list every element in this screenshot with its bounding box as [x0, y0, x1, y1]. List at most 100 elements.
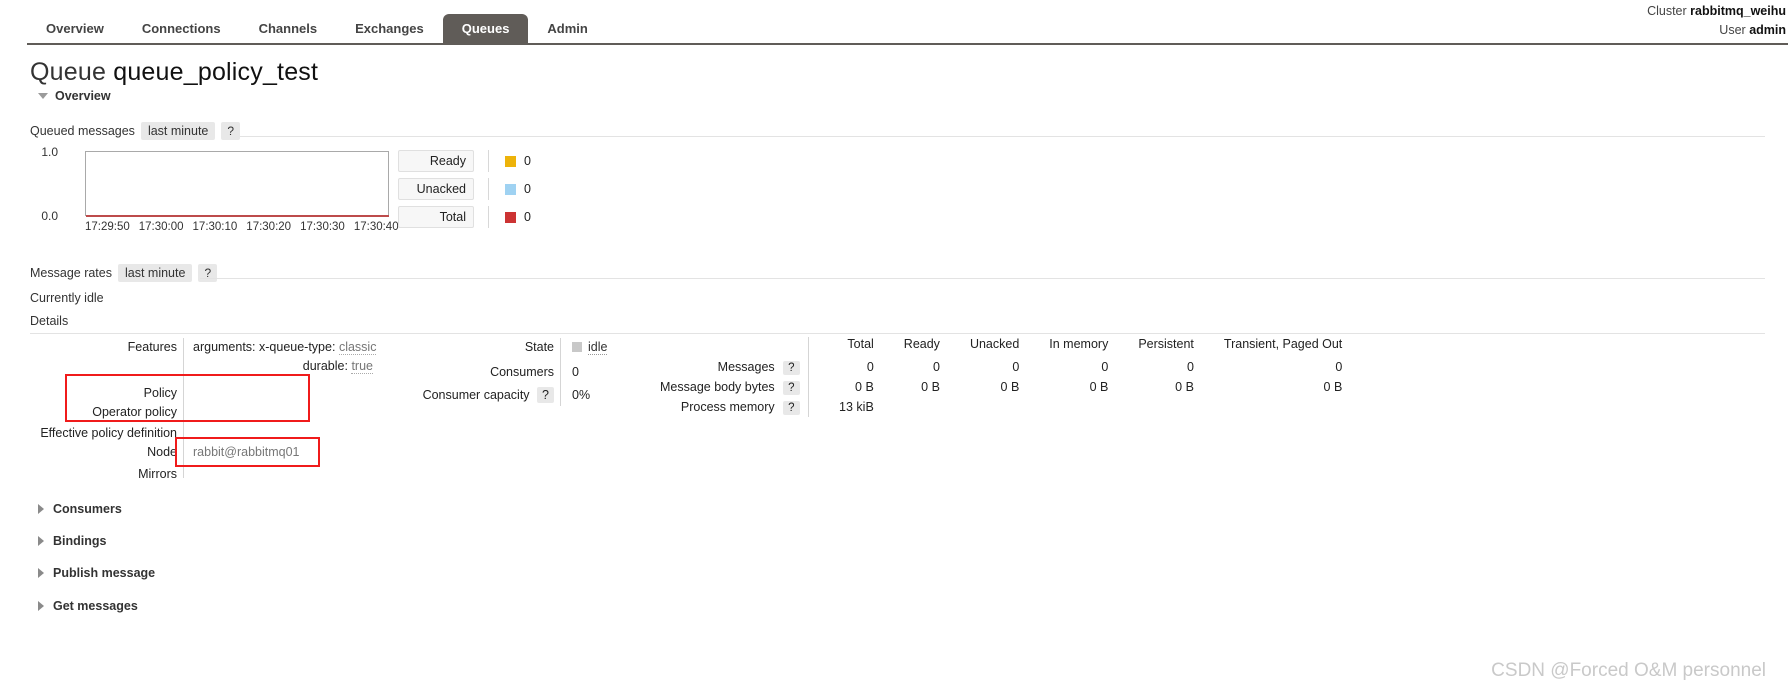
- legend-value-total: 0: [524, 210, 531, 224]
- state-text: idle: [588, 340, 608, 355]
- legend-row-total: Total 0: [398, 206, 531, 228]
- tab-admin[interactable]: Admin: [528, 14, 606, 44]
- stats-messages-transient: 0: [1335, 360, 1343, 374]
- legend-value-unacked: 0: [524, 182, 531, 196]
- features-durable-row: durable: true: [193, 359, 373, 374]
- legend-button-unacked[interactable]: Unacked: [398, 178, 474, 200]
- overview-section-toggle[interactable]: Overview: [38, 89, 111, 103]
- stats-body-bytes-total: 0 B: [855, 380, 874, 394]
- cluster-name: rabbitmq_weihu: [1690, 4, 1786, 18]
- chart-xtick-4: 17:30:30: [300, 221, 345, 233]
- message-rates-range[interactable]: last minute: [117, 264, 193, 282]
- page-title: Queue queue_policy_test: [30, 58, 318, 87]
- stats-body-bytes-ready: 0 B: [921, 380, 940, 394]
- legend-divider: [488, 150, 489, 172]
- tab-overview[interactable]: Overview: [27, 14, 123, 44]
- consumer-capacity-value: 0%: [572, 388, 591, 402]
- section-consumers[interactable]: Consumers: [38, 502, 122, 516]
- top-bar: Cluster rabbitmq_weihu User admin Overvi…: [0, 0, 1788, 45]
- stats-body-bytes-unacked: 0 B: [1000, 380, 1020, 394]
- stats-body-bytes-transient: 0 B: [1323, 380, 1343, 394]
- stats-process-memory-total: 13 kiB: [839, 400, 874, 414]
- table-row: Message body bytes ? 0 B 0 B 0 B 0 B 0 B…: [660, 377, 1342, 397]
- message-rates-rule: [200, 278, 1765, 279]
- chart-plot-area: [85, 151, 389, 216]
- section-consumers-label: Consumers: [53, 502, 122, 516]
- queued-messages-range[interactable]: last minute: [140, 122, 216, 140]
- stats-body-bytes-help-icon[interactable]: ?: [783, 381, 800, 395]
- watermark: CSDN @Forced O&M personnel: [1491, 660, 1766, 681]
- stats-row-messages-text: Messages: [717, 360, 775, 374]
- features-arguments-key: arguments: x-queue-type:: [193, 340, 336, 354]
- stats-process-memory-unacked: [940, 397, 1019, 417]
- section-get-messages[interactable]: Get messages: [38, 599, 138, 613]
- overview-section-label: Overview: [55, 89, 111, 103]
- stats-col-in-memory: In memory: [1049, 337, 1109, 351]
- legend-button-total[interactable]: Total: [398, 206, 474, 228]
- operator-policy-label: Operator policy: [92, 405, 177, 419]
- stats-messages-persistent: 0: [1186, 360, 1194, 374]
- legend-row-unacked: Unacked 0: [398, 178, 531, 200]
- tab-exchanges[interactable]: Exchanges: [336, 14, 443, 44]
- section-publish-message[interactable]: Publish message: [38, 566, 155, 580]
- tab-queues[interactable]: Queues: [442, 14, 529, 44]
- features-durable-value: true: [351, 359, 373, 374]
- page-title-queue-name: queue_policy_test: [113, 58, 319, 86]
- consumers-value: 0: [572, 365, 579, 379]
- chevron-right-icon: [38, 536, 44, 546]
- details-heading: Details: [30, 314, 69, 328]
- legend-swatch-total: [505, 211, 516, 223]
- chart-ytick-top: 1.0: [41, 145, 58, 159]
- stats-body-bytes-in-memory: 0 B: [1089, 380, 1109, 394]
- details-left-divider: [183, 338, 184, 478]
- legend-button-ready[interactable]: Ready: [398, 150, 474, 172]
- message-rates-status: Currently idle: [30, 291, 104, 305]
- stats-process-memory-persistent: [1108, 397, 1194, 417]
- chevron-right-icon: [38, 568, 44, 578]
- stats-process-memory-in-memory: [1019, 397, 1108, 417]
- legend-divider: [488, 178, 489, 200]
- mirrors-label: Mirrors: [138, 467, 177, 481]
- details-middle-divider: [560, 338, 561, 406]
- consumer-capacity-label: Consumer capacity ?: [400, 387, 554, 403]
- chart-xtick-0: 17:29:50: [85, 221, 130, 233]
- stats-messages-in-memory: 0: [1101, 360, 1109, 374]
- queued-messages-help-icon[interactable]: ?: [221, 122, 241, 140]
- chart-legend: Ready 0 Unacked 0 Total 0: [398, 150, 531, 234]
- stats-row-label-message-body-bytes: Message body bytes ?: [660, 377, 808, 397]
- stats-process-memory-help-icon[interactable]: ?: [783, 401, 800, 415]
- user-line: User admin: [1647, 21, 1786, 40]
- tab-connections[interactable]: Connections: [123, 14, 240, 44]
- node-value: rabbit@rabbitmq01: [193, 445, 300, 459]
- stats-col-persistent: Persistent: [1138, 337, 1194, 351]
- stats-header-row: Total Ready Unacked In memory Persistent…: [660, 337, 1342, 357]
- stats-messages-help-icon[interactable]: ?: [783, 361, 800, 375]
- policy-label: Policy: [143, 386, 177, 400]
- stats-corner-cell: [660, 337, 808, 357]
- features-durable-key: durable:: [302, 359, 348, 373]
- chart-ytick-bottom: 0.0: [41, 209, 58, 223]
- chart-x-axis-labels: 17:29:50 17:30:00 17:30:10 17:30:20 17:3…: [85, 221, 399, 233]
- nav-underline: [27, 43, 1788, 45]
- cluster-line: Cluster rabbitmq_weihu: [1647, 2, 1786, 21]
- consumers-label: Consumers: [490, 365, 554, 379]
- section-bindings[interactable]: Bindings: [38, 534, 106, 548]
- chevron-right-icon: [38, 504, 44, 514]
- cluster-label: Cluster: [1647, 4, 1687, 18]
- queued-messages-rule: [240, 136, 1765, 137]
- node-label: Node: [147, 445, 177, 459]
- message-rates-help-icon[interactable]: ?: [198, 264, 218, 282]
- state-swatch-icon: [572, 342, 582, 352]
- tab-channels[interactable]: Channels: [240, 14, 337, 44]
- page-title-prefix: Queue: [30, 58, 107, 86]
- stats-col-unacked: Unacked: [969, 337, 1020, 351]
- section-publish-message-label: Publish message: [53, 566, 156, 580]
- chart-total-series-line: [86, 215, 389, 217]
- table-row: Process memory ? 13 kiB: [660, 397, 1342, 417]
- consumer-capacity-help-icon[interactable]: ?: [537, 387, 554, 403]
- legend-divider: [488, 206, 489, 228]
- legend-row-ready: Ready 0: [398, 150, 531, 172]
- message-rates-title: Message rates: [30, 266, 112, 280]
- stats-col-transient-paged-out: Transient, Paged Out: [1223, 337, 1343, 351]
- details-rule: [30, 333, 1765, 334]
